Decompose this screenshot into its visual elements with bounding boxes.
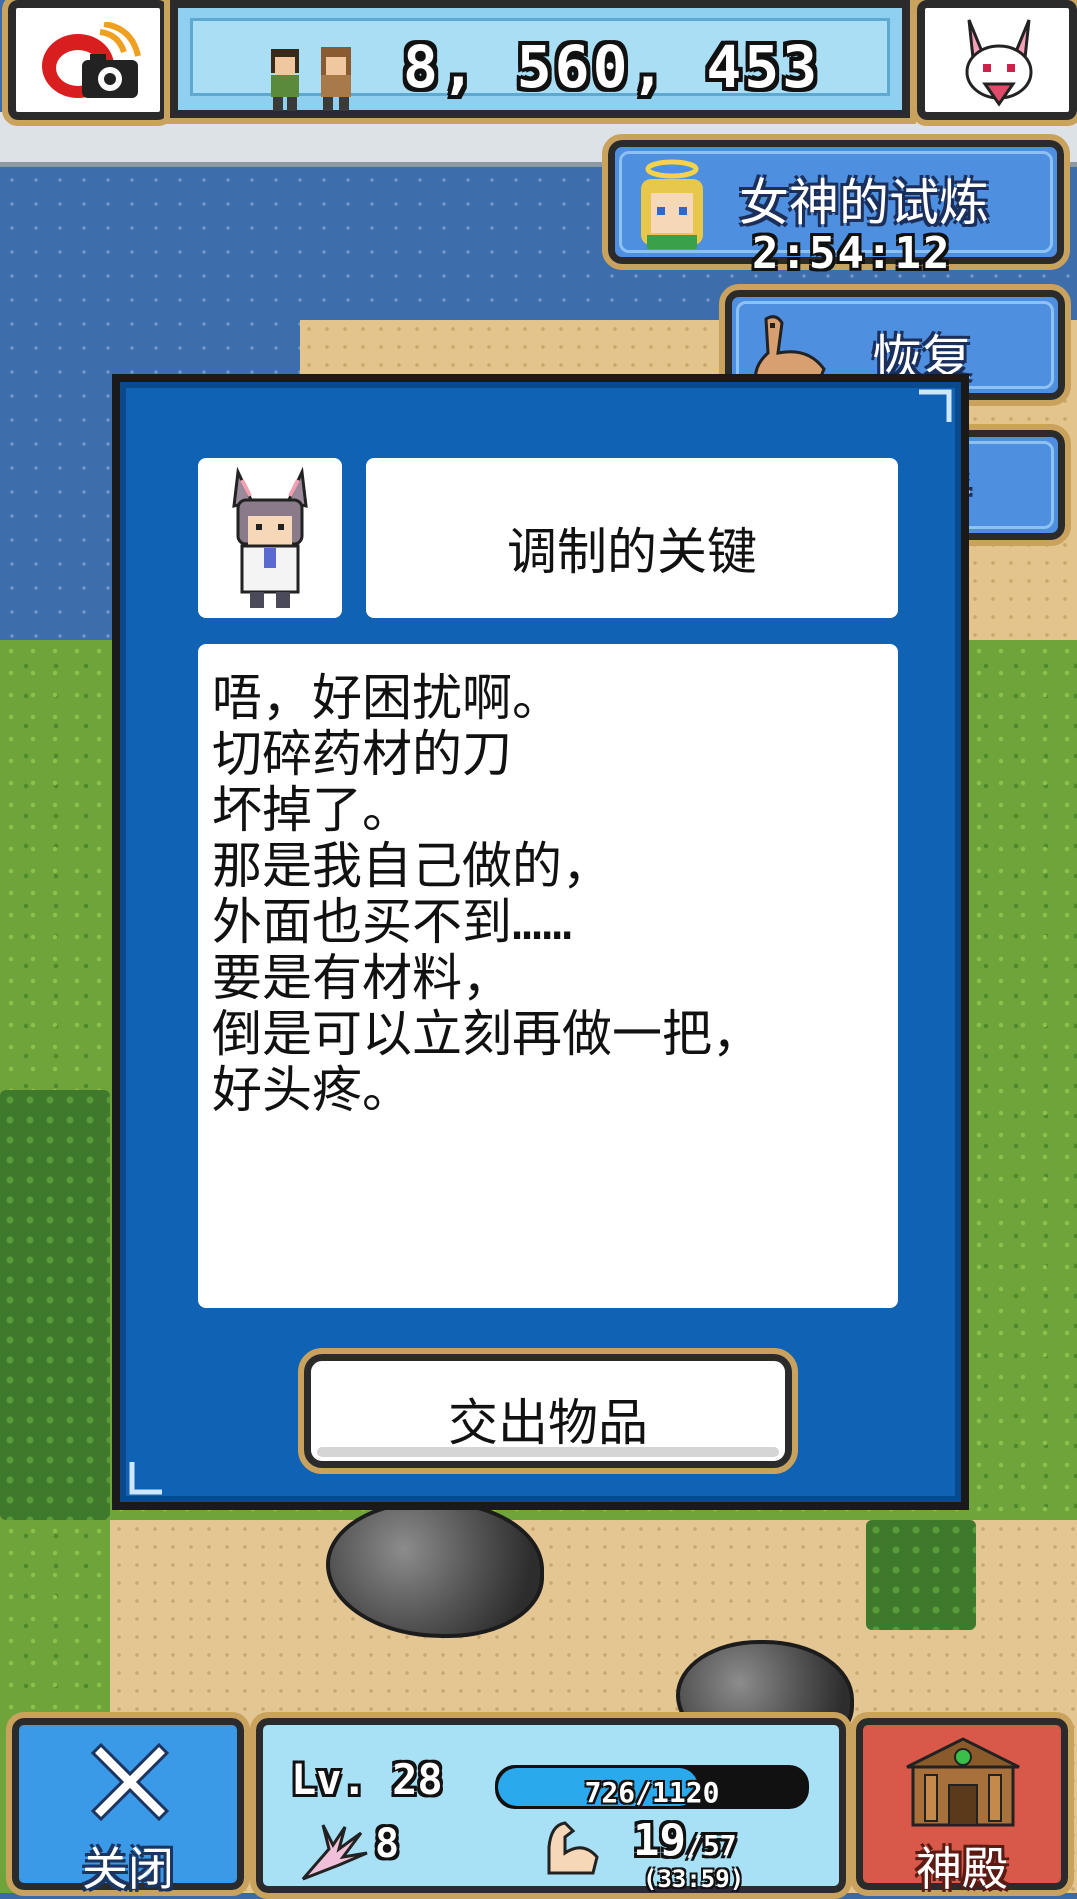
camera-share-icon [42,22,141,98]
claw-attack-icon [301,1824,368,1881]
camera-share-button[interactable] [2,0,174,126]
attack-value: 8 [375,1821,400,1867]
strength-arm-icon [547,1821,599,1875]
money-counter: 8, 560, 453 [403,33,821,101]
power-recovery-timer: (33:59) [643,1865,745,1893]
hand-in-item-button[interactable]: 交出物品 [298,1348,798,1474]
close-button[interactable]: 关闭 [6,1712,250,1896]
goddess-trial-timer: 2:54:12 [752,228,952,279]
exp-bar: 726/1120 [495,1765,809,1809]
bush-tile [0,1090,110,1520]
villagers-icon [271,47,351,111]
goddess-portrait-icon [641,159,703,249]
npc-portrait-icon [232,466,308,608]
hand-in-item-label: 交出物品 [448,1394,648,1452]
goddess-trial-label: 女神的试炼 [739,174,989,232]
bush-tile [866,1520,976,1630]
temple-icon [906,1737,1020,1827]
quest-dialog: 调制的关键 唔，好困扰啊。 切碎药材的刀 坏掉了。 那是我自己做的， 外面也买不… [112,374,969,1510]
power-current: 19 [633,1815,686,1866]
close-icon [90,1742,170,1822]
close-label: 关闭 [82,1842,174,1896]
temple-button[interactable]: 神殿 [850,1712,1074,1896]
quest-title: 调制的关键 [507,523,757,581]
dialog-corner-ornament [919,389,952,422]
exp-text: 726/1120 [584,1776,720,1809]
dialog-line: 好头疼。 [212,1061,412,1119]
player-level: Lv. 28 [291,1755,443,1804]
rabbit-menu-button[interactable] [911,0,1077,126]
player-status-panel: Lv. 28 726/1120 8 19/57 (33:59) [250,1712,852,1899]
power-value: 19/57 [633,1815,737,1866]
npc-portrait-frame [198,458,342,618]
dialog-corner-ornament [129,1462,162,1495]
power-max: /57 [685,1829,737,1862]
rabbit-mascot-icon [965,19,1033,107]
temple-label: 神殿 [916,1842,1008,1896]
quest-title-box: 调制的关键 [366,458,898,618]
dialog-text-box: 唔，好困扰啊。 切碎药材的刀 坏掉了。 那是我自己做的， 外面也买不到…… 要是… [198,644,898,1308]
money-panel: 8, 560, 453 [164,0,916,124]
